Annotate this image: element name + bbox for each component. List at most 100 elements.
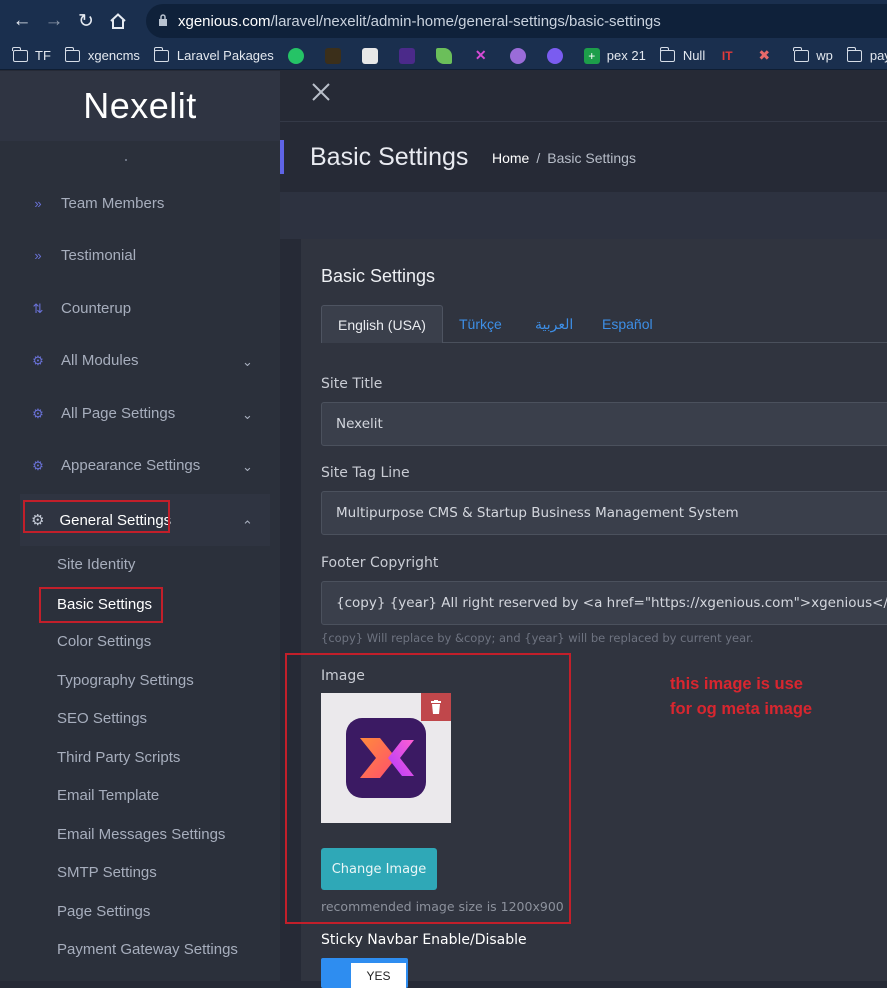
arrows-icon: ⇅	[32, 300, 44, 316]
breadcrumb-home[interactable]: Home	[492, 150, 529, 166]
bookmark-icon	[509, 47, 526, 64]
tab-arabic[interactable]: العربية	[535, 305, 573, 343]
toggle-knob: YES	[351, 963, 406, 988]
submenu-site-identity[interactable]: Site Identity	[57, 556, 135, 573]
bookmark-site[interactable]: ✖	[756, 47, 779, 63]
submenu-email-template[interactable]: Email Template	[57, 787, 159, 804]
breadcrumb-current: Basic Settings	[547, 150, 636, 166]
tab-english[interactable]: English (USA)	[321, 305, 443, 343]
folder-icon	[793, 46, 809, 63]
bookmark-pex21[interactable]: + pex 21	[583, 47, 646, 64]
chevron-down-icon[interactable]: ⌄	[242, 354, 253, 370]
breadcrumb-separator: /	[536, 150, 541, 166]
back-arrow-icon[interactable]: ←	[6, 5, 38, 37]
bookmark-icon	[435, 47, 452, 64]
bookmark-wp[interactable]: wp	[793, 46, 833, 63]
sidebar: Nexelit » Team Members » Testimonial ⇅ C…	[0, 71, 280, 981]
bookmark-icon: ✖	[758, 47, 771, 63]
footer-copyright-label: Footer Copyright	[321, 555, 439, 571]
sidebar-item-all-modules[interactable]: ⚙ All Modules	[30, 352, 139, 369]
breadcrumb: Home / Basic Settings	[492, 150, 636, 166]
forward-arrow-icon[interactable]: →	[38, 5, 70, 37]
bookmark-icon	[361, 47, 378, 64]
whatsapp-icon	[287, 47, 304, 64]
submenu-color-settings[interactable]: Color Settings	[57, 633, 151, 650]
bookmark-site[interactable]	[435, 47, 459, 64]
brand-logo[interactable]: Nexelit	[0, 71, 280, 141]
folder-icon	[12, 46, 28, 63]
chevrons-right-icon: »	[34, 248, 42, 263]
gear-icon: ⚙	[32, 405, 44, 421]
sidebar-item-testimonial[interactable]: » Testimonial	[30, 247, 136, 264]
sidebar-item-label: Team Members	[61, 195, 165, 212]
chevron-down-icon[interactable]: ⌄	[242, 459, 253, 475]
bookmark-it[interactable]: IT	[719, 49, 742, 63]
sidebar-item-appearance-settings[interactable]: ⚙ Appearance Settings	[30, 457, 200, 474]
it-icon: IT	[721, 48, 733, 63]
url-text: xgenious.com/laravel/nexelit/admin-home/…	[178, 12, 661, 30]
gear-icon: ⚙	[32, 457, 44, 473]
sidebar-item-label: Testimonial	[61, 247, 137, 264]
divider-dot	[125, 159, 127, 161]
page-title: Basic Settings	[310, 143, 469, 171]
messenger-icon	[546, 47, 563, 64]
submenu-email-messages-settings[interactable]: Email Messages Settings	[57, 826, 225, 843]
sidebar-item-label: Counterup	[61, 300, 132, 317]
bookmark-payment[interactable]: payment g	[846, 46, 887, 63]
bookmark-messenger[interactable]	[546, 47, 570, 64]
site-title-input[interactable]: Nexelit	[321, 402, 887, 446]
bookmark-icon	[324, 47, 341, 64]
highlight-box	[39, 587, 163, 623]
bookmark-laravel-pakages[interactable]: Laravel Pakages	[153, 46, 274, 63]
header-band	[280, 192, 887, 239]
sidebar-item-label: All Modules	[61, 352, 139, 369]
annotation-line-1: this image is use	[670, 675, 803, 693]
chevron-up-icon[interactable]: ⌃	[242, 518, 253, 534]
lock-icon	[158, 13, 168, 29]
tab-turkish[interactable]: Türkçe	[459, 305, 502, 343]
gear-icon: ⚙	[32, 352, 44, 368]
submenu-payment-gateway-settings[interactable]: Payment Gateway Settings	[57, 941, 238, 958]
title-accent-bar	[280, 140, 284, 174]
reload-icon[interactable]: ↻	[70, 5, 102, 37]
site-tagline-input[interactable]: Multipurpose CMS & Startup Business Mana…	[321, 491, 887, 535]
footer-help-text: {copy} Will replace by &copy; and {year}…	[321, 631, 754, 645]
plus-icon: +	[583, 47, 600, 64]
submenu-page-settings[interactable]: Page Settings	[57, 903, 150, 920]
submenu-seo-settings[interactable]: SEO Settings	[57, 710, 147, 727]
submenu-typography-settings[interactable]: Typography Settings	[57, 672, 194, 689]
bookmarks-bar: TF xgencms Laravel Pakages ✕ + pex 21 Nul…	[0, 42, 887, 70]
bookmark-xgencms[interactable]: xgencms	[64, 46, 140, 63]
folder-icon	[659, 46, 676, 63]
bookmark-tf[interactable]: TF	[12, 46, 51, 63]
close-icon[interactable]	[310, 78, 332, 110]
bookmark-site[interactable]	[361, 47, 385, 64]
address-bar[interactable]: xgenious.com/laravel/nexelit/admin-home/…	[146, 4, 887, 38]
sticky-navbar-toggle[interactable]: YES	[321, 958, 408, 988]
bookmark-site[interactable]	[324, 47, 348, 64]
main-content: Basic Settings Home / Basic Settings Basic…	[280, 71, 887, 988]
folder-icon	[846, 46, 863, 63]
highlight-box	[23, 500, 170, 533]
tab-spanish[interactable]: Español	[602, 305, 653, 343]
bookmark-site[interactable]	[398, 47, 422, 64]
sidebar-item-counterup[interactable]: ⇅ Counterup	[30, 300, 132, 317]
footer-copyright-input[interactable]: {copy} {year} All right reserved by <a h…	[321, 581, 887, 625]
chevron-down-icon[interactable]: ⌄	[242, 407, 253, 423]
sidebar-item-label: All Page Settings	[61, 405, 176, 422]
bookmark-xgenious[interactable]: ✕	[473, 47, 496, 63]
submenu-third-party-scripts[interactable]: Third Party Scripts	[57, 749, 180, 766]
home-icon[interactable]	[102, 5, 134, 37]
folder-icon	[153, 46, 170, 63]
language-tabs: English (USA) Türkçe العربية Español	[321, 305, 887, 343]
submenu-smtp-settings[interactable]: SMTP Settings	[57, 864, 157, 881]
bookmark-null[interactable]: Null	[659, 46, 705, 63]
bookmark-whatsapp[interactable]	[287, 47, 311, 64]
sidebar-item-team-members[interactable]: » Team Members	[30, 195, 164, 212]
bookmark-icon	[398, 47, 415, 64]
card-title: Basic Settings	[321, 266, 436, 286]
sidebar-item-all-page-settings[interactable]: ⚙ All Page Settings	[30, 405, 175, 422]
sidebar-item-label: Appearance Settings	[61, 457, 201, 474]
bookmark-site[interactable]	[509, 47, 533, 64]
annotation-line-2: for og meta image	[670, 700, 813, 718]
